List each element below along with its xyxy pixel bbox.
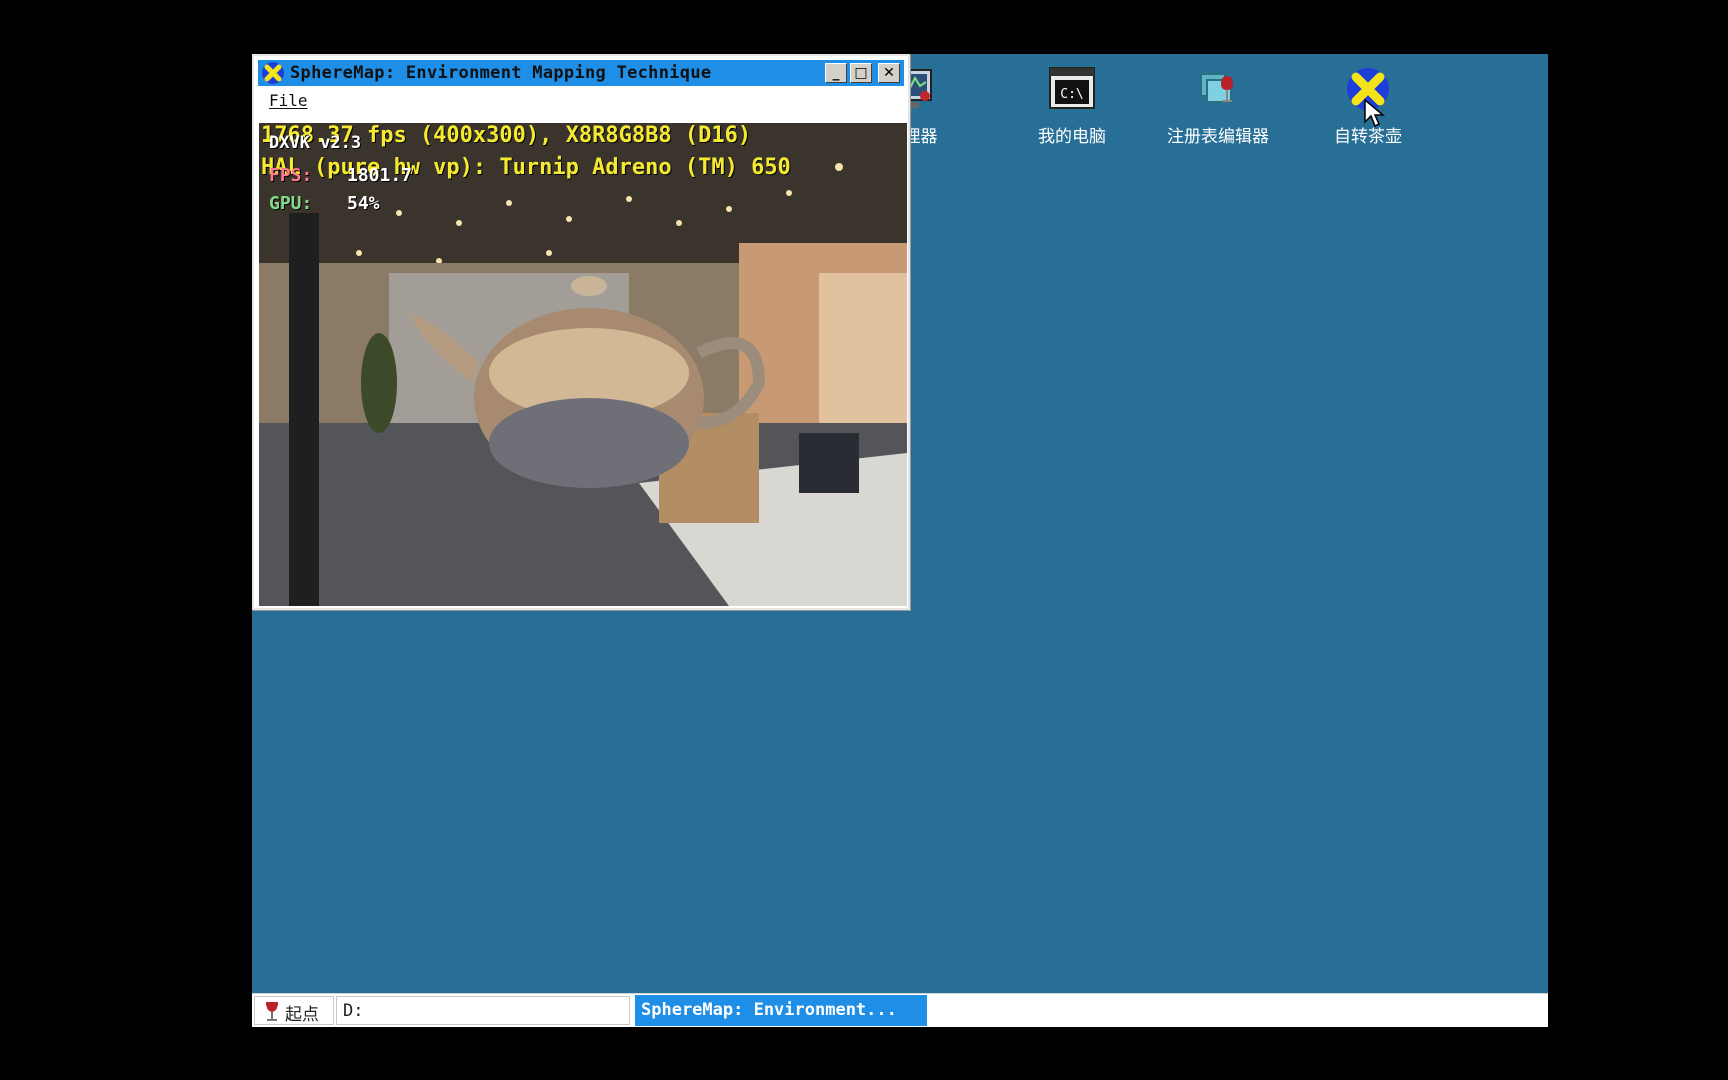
spheremap-window[interactable]: SphereMap: Environment Mapping Technique…	[252, 54, 910, 610]
menu-bar: File	[258, 88, 904, 112]
drive-field[interactable]: D:	[336, 996, 630, 1025]
desktop-icon-registry-editor[interactable]: 注册表编辑器	[1148, 60, 1288, 152]
fps-value: 1801.7	[347, 165, 413, 186]
gpu-label: GPU:	[269, 193, 313, 214]
registry-editor-icon	[1200, 73, 1233, 103]
minimize-button[interactable]: _	[825, 63, 847, 83]
device-line: HAL (pure hw vp): Turnip Adreno (TM) 650	[261, 155, 791, 180]
render-viewport[interactable]: 1768.37 fps (400x300), X8R8G8B8 (D16) DX…	[259, 123, 907, 606]
fps-label: FPS:	[269, 165, 313, 186]
menu-file[interactable]: File	[269, 91, 308, 110]
wine-glass-icon	[266, 1002, 278, 1021]
app-icon	[262, 62, 284, 84]
taskbar-item-spheremap[interactable]: SphereMap: Environment...	[635, 995, 927, 1026]
svg-text:C:\: C:\	[1060, 87, 1083, 102]
taskbar: 起点 D: SphereMap: Environment...	[252, 993, 1548, 1027]
close-button[interactable]: ✕	[878, 63, 900, 83]
mouse-cursor-icon	[1364, 98, 1385, 128]
taskbar-item-label: SphereMap: Environment...	[641, 1000, 897, 1020]
window-titlebar[interactable]: SphereMap: Environment Mapping Technique…	[258, 60, 904, 86]
desktop-icon-label: 我的电脑	[1038, 127, 1106, 147]
start-label: 起点	[285, 1005, 319, 1025]
my-computer-icon: C:\	[1049, 67, 1095, 109]
gpu-value: 54%	[347, 193, 380, 214]
dxvk-version: DXVK v2.3	[269, 133, 362, 153]
maximize-button[interactable]: □	[850, 63, 872, 83]
drive-label: D:	[343, 1001, 364, 1021]
desktop-icon-label: 注册表编辑器	[1167, 127, 1269, 147]
desktop-icon-my-computer[interactable]: C:\ 我的电脑	[1002, 60, 1142, 152]
start-button[interactable]: 起点	[254, 996, 334, 1025]
window-title: SphereMap: Environment Mapping Technique	[290, 63, 712, 83]
